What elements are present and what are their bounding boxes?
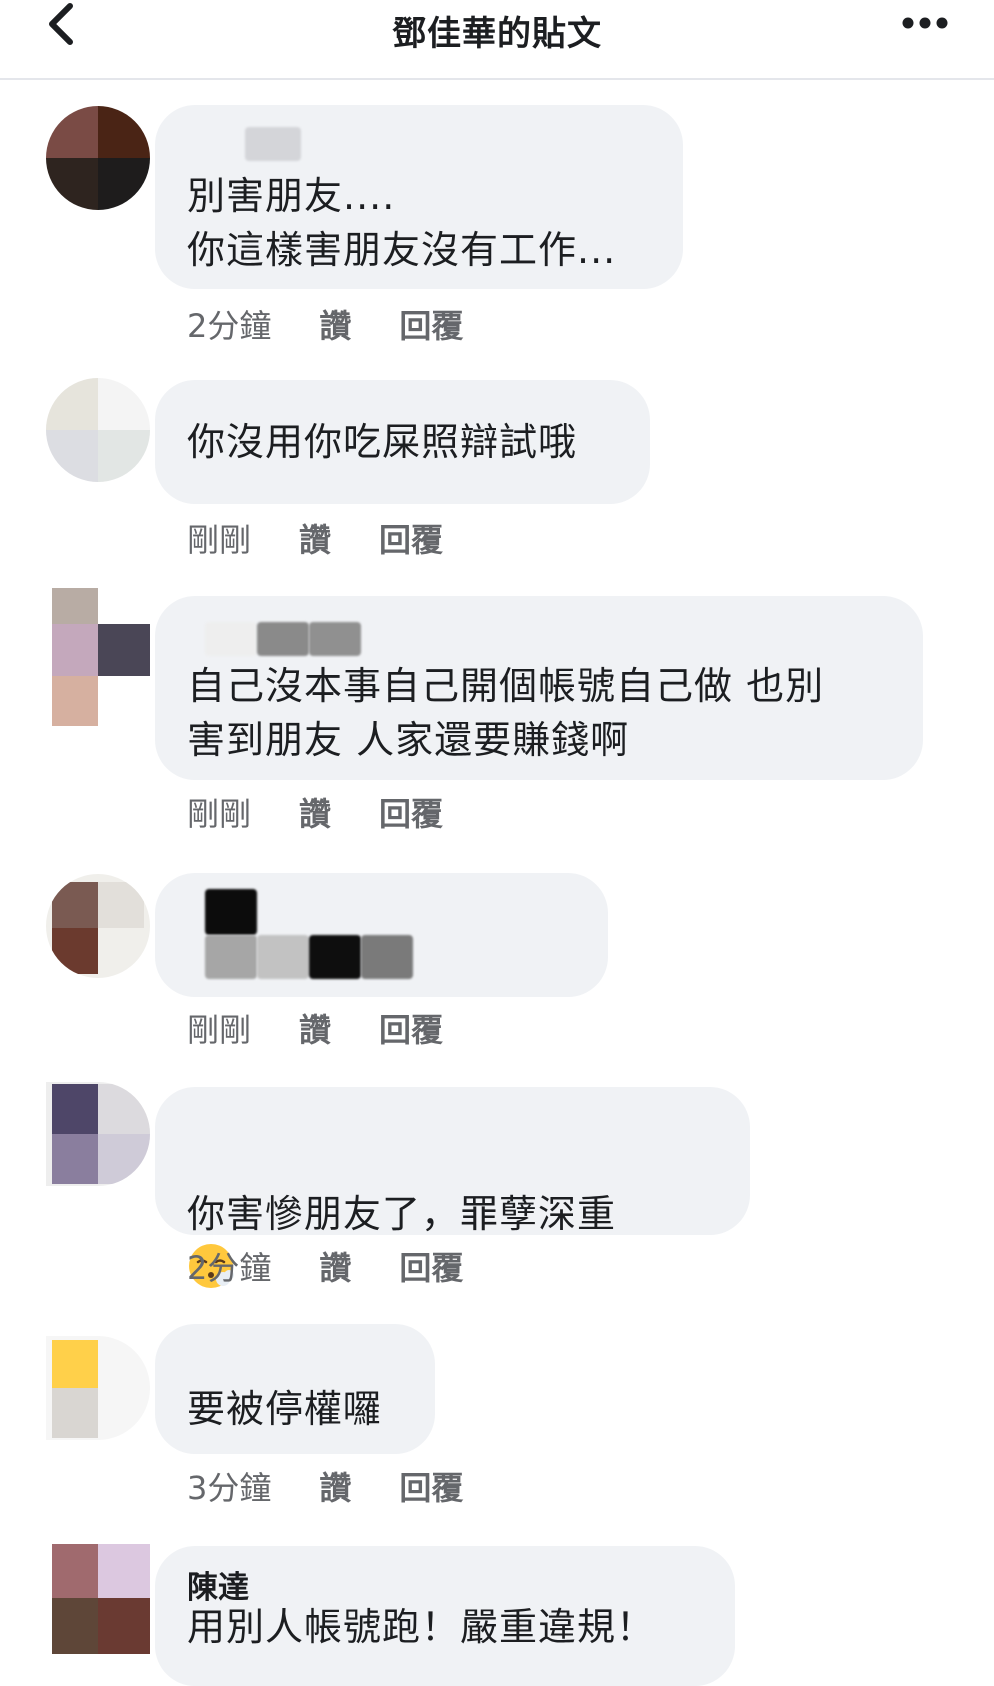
comment-time: 2分鐘 — [187, 1249, 272, 1287]
author-name-redacted — [205, 622, 257, 656]
avatar-image — [46, 588, 150, 728]
top-bar: 鄧佳華的貼文 — [0, 0, 994, 80]
comment-bubble[interactable]: 要被停權囉 — [155, 1324, 435, 1454]
comment-time: 2分鐘 — [187, 307, 272, 345]
author-name-redacted — [257, 622, 309, 656]
author-name-redacted — [309, 622, 361, 656]
comment-actions: 2分鐘 讚 回覆 — [187, 302, 463, 346]
comment-bubble[interactable]: 別害朋友.... 你這樣害朋友沒有工作... — [155, 105, 683, 289]
like-button[interactable]: 讚 — [319, 1243, 351, 1289]
comment-text: 別害朋友.... 你這樣害朋友沒有工作... — [187, 174, 617, 272]
avatar[interactable] — [46, 1544, 150, 1654]
avatar[interactable] — [46, 1336, 150, 1440]
comment-bubble[interactable] — [155, 873, 608, 997]
comment-text: 要被停權囉 — [187, 1387, 383, 1431]
author-name-redacted — [205, 935, 257, 979]
reply-button[interactable]: 回覆 — [379, 789, 443, 835]
comment-time: 剛剛 — [187, 795, 252, 833]
comment-time: 3分鐘 — [187, 1469, 272, 1507]
comment-bubble[interactable]: 你害慘朋友了，罪孽深重 — [155, 1087, 750, 1288]
comment-time: 剛剛 — [187, 521, 252, 559]
author-name-redacted — [361, 935, 413, 979]
comment-bubble[interactable]: 你沒用你吃屎照辯試哦 — [155, 380, 650, 504]
reply-button[interactable]: 回覆 — [399, 301, 463, 347]
avatar-image — [46, 1336, 150, 1440]
avatar-image — [46, 378, 150, 482]
reply-button[interactable]: 回覆 — [379, 1005, 443, 1051]
author-name-redacted — [257, 935, 309, 979]
comment-actions: 3分鐘 讚 回覆 — [187, 1464, 463, 1508]
comment-actions: 剛剛 讚 回覆 — [187, 516, 443, 560]
author-name-redacted — [205, 889, 257, 935]
like-button[interactable]: 讚 — [319, 301, 351, 347]
more-options-button[interactable] — [900, 10, 950, 36]
comment-text: 用別人帳號跑！嚴重違規！ — [187, 1605, 656, 1649]
avatar-image — [46, 874, 150, 978]
reply-button[interactable]: 回覆 — [399, 1463, 463, 1509]
page-title: 鄧佳華的貼文 — [392, 14, 602, 54]
more-horizontal-icon — [902, 17, 948, 29]
avatar-image — [52, 1544, 150, 1654]
comment-time: 剛剛 — [187, 1011, 252, 1049]
comment-actions: 剛剛 讚 回覆 — [187, 790, 443, 834]
avatar[interactable] — [46, 378, 150, 482]
comment-text-content: 你害慘朋友了，罪孽深重 — [187, 1192, 617, 1236]
reply-button[interactable]: 回覆 — [379, 515, 443, 561]
comment-bubble[interactable]: 自己沒本事自己開個帳號自己做 也別 害到朋友 人家還要賺錢啊 — [155, 596, 923, 780]
author-name-redacted — [245, 127, 301, 161]
comment-actions: 剛剛 讚 回覆 — [187, 1006, 443, 1050]
like-button[interactable]: 讚 — [299, 1005, 331, 1051]
author-name-redacted — [309, 935, 361, 979]
like-button[interactable]: 讚 — [319, 1463, 351, 1509]
avatar[interactable] — [46, 874, 150, 978]
like-button[interactable]: 讚 — [299, 515, 331, 561]
reply-button[interactable]: 回覆 — [399, 1243, 463, 1289]
avatar[interactable] — [46, 1082, 150, 1186]
avatar-image — [46, 1082, 150, 1186]
avatar-image — [46, 106, 150, 210]
comment-text: 自己沒本事自己開個帳號自己做 也別 害到朋友 人家還要賺錢啊 — [187, 664, 825, 762]
avatar[interactable] — [46, 588, 150, 728]
comment-actions: 2分鐘 讚 回覆 — [187, 1244, 463, 1288]
like-button[interactable]: 讚 — [299, 789, 331, 835]
comment-bubble[interactable]: 陳達 用別人帳號跑！嚴重違規！ — [155, 1546, 735, 1686]
comment-text: 你沒用你吃屎照辯試哦 — [187, 420, 578, 464]
avatar[interactable] — [46, 106, 150, 210]
